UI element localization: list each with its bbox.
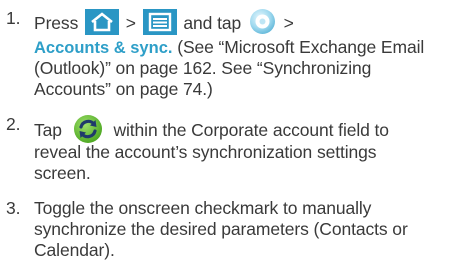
step-1-number: 1.	[6, 8, 21, 28]
step-2-line-2: reveal the account’s synchronization set…	[34, 142, 377, 162]
separator: >	[125, 13, 136, 33]
step-3-line-3: Calendar).	[34, 240, 115, 260]
sync-icon	[73, 114, 103, 144]
menu-path: Accounts & sync.	[34, 39, 173, 57]
and-tap-text: and tap	[183, 13, 242, 33]
step-1-line-4: Accounts” on page 74.)	[34, 79, 213, 99]
step-3-text: Toggle the onscreen checkmark to manuall…	[34, 198, 372, 218]
step-1-line-2: Accounts & sync. (See “Microsoft Exchang…	[34, 37, 424, 58]
step-2-line-3: screen.	[34, 163, 91, 183]
home-key-icon	[85, 9, 119, 35]
step-3-number: 3.	[6, 198, 21, 218]
settings-icon	[249, 8, 276, 35]
step-1-line-3: (Outlook)” on page 162. See “Synchronizi…	[34, 58, 372, 78]
step-1-reference: (See “Microsoft Exchange Email	[172, 37, 425, 57]
separator: >	[283, 13, 294, 33]
menu-key-icon	[142, 9, 177, 35]
press-text: Press	[34, 13, 79, 33]
instructions-page: 1. Press > and tap > Accounts & sync. (S…	[0, 0, 475, 271]
step-2-number: 2.	[6, 114, 21, 134]
tap-text: Tap	[34, 120, 62, 140]
step-2-text: within the Corporate account field to	[113, 120, 389, 140]
step-3-line-2: synchronize the desired parameters (Cont…	[34, 219, 408, 239]
